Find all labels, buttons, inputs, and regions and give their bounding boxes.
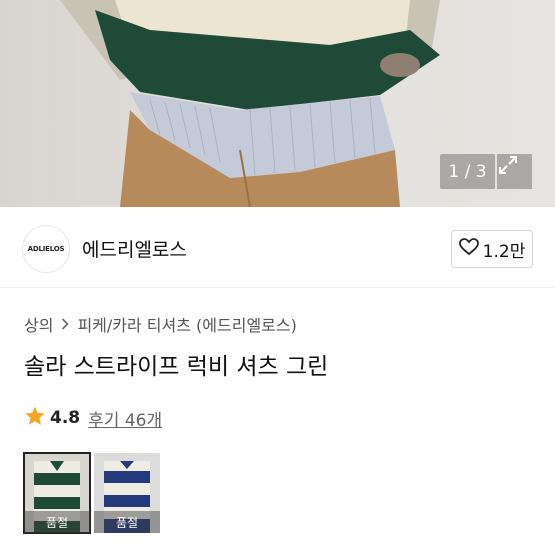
image-counter: 1 / 3: [440, 154, 495, 189]
option-thumbnails: 품절 품절: [23, 452, 160, 534]
breadcrumb: 상의 피케/카라 티셔츠 (에드리엘로스): [24, 312, 297, 336]
expand-icon[interactable]: [497, 154, 532, 189]
brand-row: ADLIELOS 에드리엘로스 1.2만: [0, 207, 555, 288]
product-title: 솔라 스트라이프 럭비 셔츠 그린: [24, 354, 329, 380]
rating: 4.8 후기 46개: [24, 405, 162, 431]
breadcrumb-item-subcategory[interactable]: 피케/카라 티셔츠 (에드리엘로스): [77, 312, 296, 336]
chevron-right-icon: [61, 315, 70, 334]
product-image[interactable]: 1 / 3: [0, 0, 555, 207]
review-link[interactable]: 후기 46개: [88, 406, 162, 431]
option-thumbnail-navy[interactable]: 품절: [94, 453, 160, 533]
like-button[interactable]: 1.2만: [451, 230, 533, 268]
soldout-badge: 품절: [94, 511, 160, 533]
option-thumbnail-green[interactable]: 품절: [23, 452, 91, 534]
breadcrumb-item-category[interactable]: 상의: [24, 312, 53, 336]
brand-name[interactable]: 에드리엘로스: [82, 235, 187, 262]
like-count: 1.2만: [482, 241, 526, 262]
rating-score: 4.8: [50, 408, 81, 428]
soldout-badge: 품절: [24, 511, 90, 533]
heart-icon: [458, 238, 479, 260]
brand-logo[interactable]: ADLIELOS: [22, 225, 70, 273]
star-icon: [24, 405, 46, 431]
